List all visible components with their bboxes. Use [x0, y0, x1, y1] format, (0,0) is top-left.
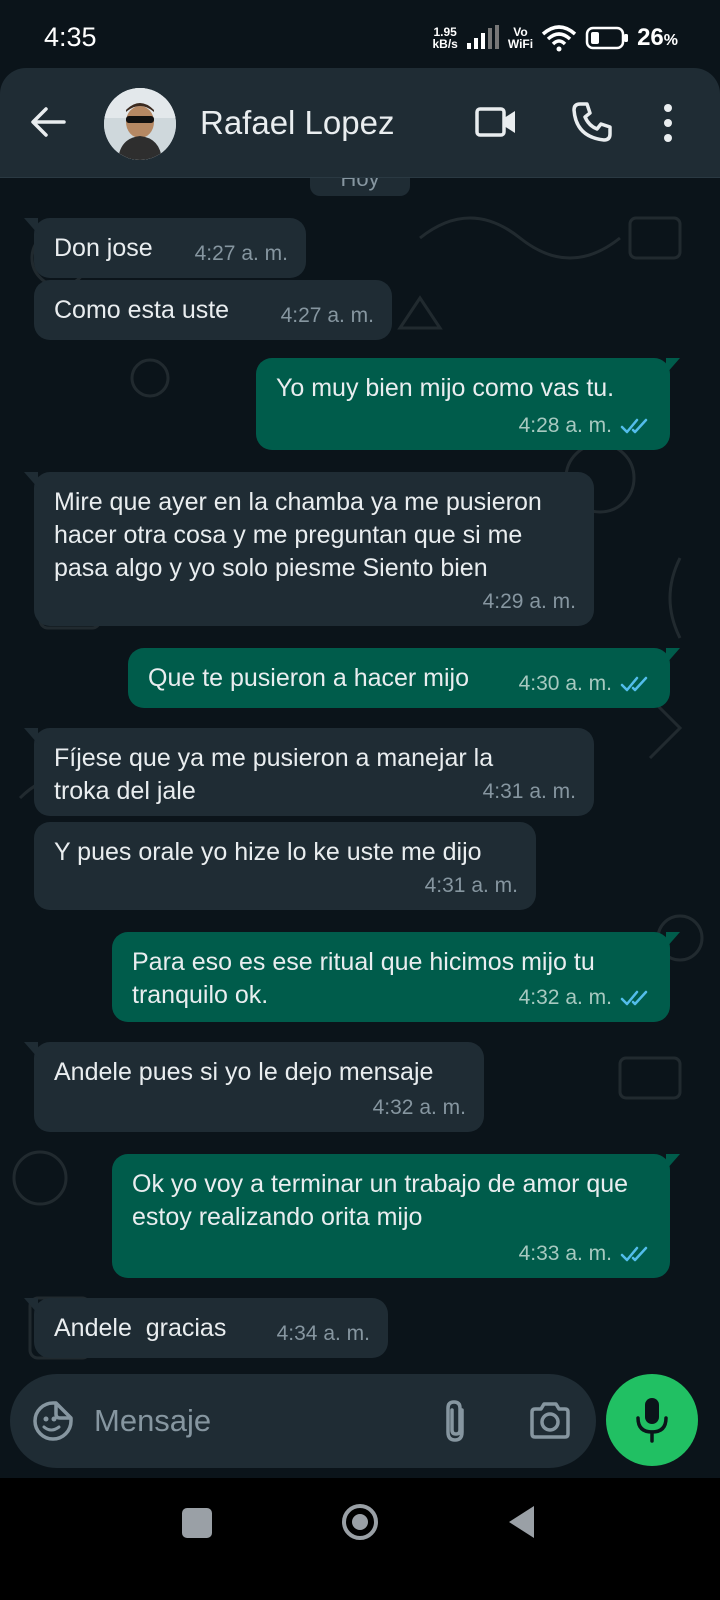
message-time: 4:30 a. m.: [519, 667, 652, 700]
system-navigation-bar: [0, 1478, 720, 1600]
double-check-read-icon: [620, 418, 648, 433]
message-incoming[interactable]: Don jose 4:27 a. m.: [24, 218, 306, 278]
message-time: 4:32 a. m.: [372, 1096, 466, 1119]
message-outgoing[interactable]: Ok yo voy a terminar un trabajo de amor …: [112, 1154, 680, 1278]
bubble-tail: [666, 358, 680, 374]
message-time: 4:28 a. m.: [519, 409, 652, 442]
battery-level: 26%: [637, 24, 678, 51]
message-outgoing[interactable]: Yo muy bien mijo como vas tu. 4:28 a. m.: [256, 358, 680, 450]
message-time: 4:33 a. m.: [519, 1237, 652, 1270]
sticker-smiley-icon[interactable]: [32, 1400, 74, 1442]
message-incoming[interactable]: Como esta uste 4:27 a. m.: [34, 280, 392, 340]
message-incoming[interactable]: Y pues orale yo hize lo ke uste me dijo …: [34, 822, 536, 910]
camera-icon[interactable]: [528, 1400, 572, 1440]
voice-message-button[interactable]: [606, 1374, 698, 1466]
signal-icon: [466, 25, 499, 49]
message-time: 4:27 a. m.: [194, 242, 288, 265]
message-incoming[interactable]: Andele gracias 4:34 a. m.: [24, 1298, 388, 1358]
message-incoming[interactable]: Mire que ayer en la chamba ya me pusiero…: [24, 472, 594, 626]
conversation[interactable]: Hoy Don jose 4:27 a. m. Como esta uste 4…: [0, 178, 720, 1506]
bubble-tail: [666, 1154, 680, 1170]
status-bar: 4:35 1.95 kB/s Vo WiFi 26%: [0, 0, 720, 72]
profile-photo: [104, 88, 176, 160]
message-text: Y pues orale yo hize lo ke uste me dijo: [54, 838, 482, 866]
vowifi-indicator: Vo WiFi: [507, 25, 534, 51]
message-incoming[interactable]: Fíjese que ya me pusieron a manejar la t…: [24, 728, 594, 816]
chat-header: Rafael Lopez: [0, 68, 720, 178]
status-icons: 1.95 kB/s Vo WiFi 26%: [432, 20, 678, 56]
message-time: 4:31 a. m.: [482, 780, 576, 803]
message-time: 4:31 a. m.: [424, 874, 518, 897]
message-outgoing[interactable]: Para eso es ese ritual que hicimos mijo …: [112, 932, 680, 1022]
message-text: Ok yo voy a terminar un trabajo de amor …: [132, 1170, 629, 1231]
message-time: 4:27 a. m.: [280, 304, 374, 327]
video-camera-icon[interactable]: [474, 104, 518, 140]
message-incoming[interactable]: Andele pues si yo le dejo mensaje 4:32 a…: [24, 1042, 484, 1132]
status-time: 4:35: [44, 22, 97, 52]
recent-apps-icon[interactable]: [182, 1508, 212, 1538]
bubble-tail: [24, 218, 38, 234]
bubble-tail: [666, 932, 680, 948]
arrow-left-icon[interactable]: [28, 102, 68, 142]
back-triangle-icon[interactable]: [506, 1504, 536, 1540]
bubble-tail: [24, 1042, 38, 1058]
phone-icon[interactable]: [570, 100, 614, 144]
message-composer: [10, 1374, 596, 1468]
wifi-icon: [541, 25, 577, 52]
message-text: Mire que ayer en la chamba ya me pusiero…: [54, 488, 542, 582]
home-icon[interactable]: [340, 1502, 380, 1542]
message-text: Fíjese que ya me pusieron a manejar la t…: [54, 744, 494, 805]
message-text: Yo muy bien mijo como vas tu.: [276, 374, 615, 402]
message-outgoing[interactable]: Que te pusieron a hacer mijo 4:30 a. m.: [128, 648, 680, 708]
date-separator: Hoy: [310, 178, 410, 196]
message-input[interactable]: [94, 1396, 394, 1446]
double-check-read-icon: [620, 1246, 648, 1261]
message-time: 4:29 a. m.: [482, 590, 576, 613]
bubble-tail: [666, 648, 680, 664]
microphone-icon: [636, 1398, 668, 1443]
message-text: Andele pues si yo le dejo mensaje: [54, 1058, 434, 1086]
message-time: 4:34 a. m.: [276, 1322, 370, 1345]
double-check-read-icon: [620, 676, 648, 691]
paperclip-icon[interactable]: [438, 1398, 474, 1444]
more-vertical-icon[interactable]: [660, 102, 676, 144]
battery-icon: [585, 26, 629, 50]
double-check-read-icon: [620, 990, 648, 1005]
bubble-tail: [24, 1298, 38, 1314]
bubble-tail: [24, 728, 38, 744]
contact-name[interactable]: Rafael Lopez: [200, 104, 394, 142]
bubble-tail: [24, 472, 38, 488]
avatar[interactable]: [104, 88, 176, 160]
message-time: 4:32 a. m.: [519, 981, 652, 1014]
network-speed: 1.95 kB/s: [432, 25, 458, 51]
